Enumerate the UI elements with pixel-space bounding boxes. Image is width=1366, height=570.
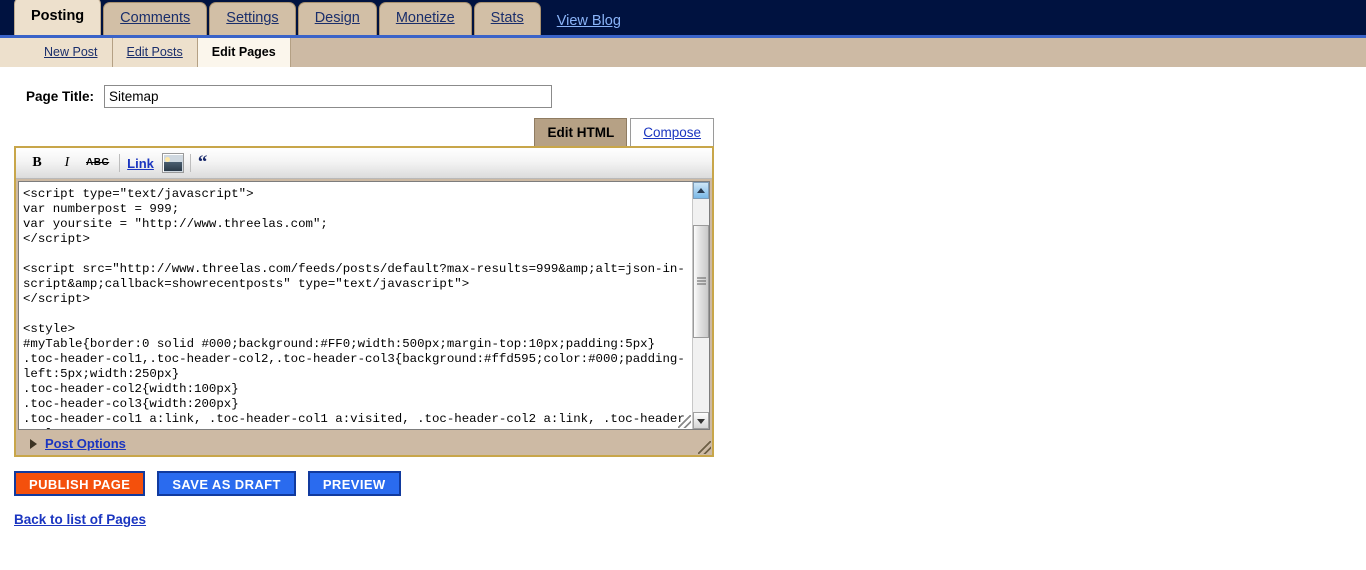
- strikethrough-icon[interactable]: ABC: [86, 152, 109, 174]
- tab-monetize-label: Monetize: [395, 10, 455, 26]
- save-as-draft-button[interactable]: SAVE AS DRAFT: [157, 471, 296, 496]
- chevron-down-icon: [697, 418, 705, 424]
- scrollbar-grip-icon: [697, 277, 706, 286]
- tab-stats-label: Stats: [490, 10, 524, 26]
- tab-posting-label: Posting: [31, 8, 85, 24]
- tab-posting[interactable]: Posting: [14, 0, 102, 35]
- page-content: Page Title: Edit HTML Compose B I ABC Li…: [0, 67, 1366, 527]
- editor-scrollbar[interactable]: [692, 182, 709, 429]
- tab-edit-html[interactable]: Edit HTML: [534, 118, 628, 146]
- link-button[interactable]: Link: [127, 156, 154, 171]
- page-title-label: Page Title:: [26, 89, 95, 104]
- subtab-edit-posts[interactable]: Edit Posts: [112, 38, 198, 67]
- main-navigation: Posting Comments Settings Design Monetiz…: [0, 0, 1366, 38]
- scroll-up-icon[interactable]: [693, 182, 709, 199]
- subnav-left-spacer: [0, 38, 30, 67]
- tab-stats[interactable]: Stats: [473, 2, 541, 35]
- tab-design[interactable]: Design: [297, 2, 377, 35]
- publish-page-button[interactable]: PUBLISH PAGE: [14, 471, 146, 496]
- action-buttons: PUBLISH PAGE SAVE AS DRAFT PREVIEW: [14, 471, 1366, 496]
- subtab-new-post[interactable]: New Post: [30, 38, 113, 67]
- post-options-label[interactable]: Post Options: [45, 436, 126, 451]
- tab-comments[interactable]: Comments: [103, 2, 208, 35]
- textarea-resize-grip-icon[interactable]: [678, 415, 691, 428]
- subtab-edit-pages[interactable]: Edit Pages: [197, 38, 291, 67]
- view-blog-link[interactable]: View Blog: [557, 13, 621, 29]
- scroll-down-icon[interactable]: [693, 412, 709, 429]
- editor-container: B I ABC Link “ <script type="text/javasc…: [14, 146, 714, 457]
- sub-navigation: New Post Edit Posts Edit Pages: [0, 38, 1366, 67]
- tab-monetize[interactable]: Monetize: [378, 2, 472, 35]
- post-options-row[interactable]: Post Options: [16, 432, 712, 455]
- italic-icon[interactable]: I: [56, 152, 78, 174]
- html-editor-area[interactable]: <script type="text/javascript"> var numb…: [18, 181, 710, 430]
- tab-settings-label: Settings: [226, 10, 279, 26]
- tab-comments-label: Comments: [120, 10, 191, 26]
- toolbar-divider-2: [189, 154, 191, 172]
- preview-button[interactable]: PREVIEW: [307, 471, 401, 496]
- tab-compose[interactable]: Compose: [630, 118, 714, 146]
- scrollbar-thumb[interactable]: [693, 225, 709, 338]
- tab-settings[interactable]: Settings: [209, 2, 296, 35]
- image-icon[interactable]: [161, 153, 184, 173]
- editor-toolbar: B I ABC Link “: [16, 148, 712, 179]
- chevron-up-icon: [697, 187, 705, 193]
- bold-icon[interactable]: B: [26, 152, 48, 174]
- back-to-pages-link[interactable]: Back to list of Pages: [14, 512, 146, 527]
- tab-design-label: Design: [314, 10, 360, 26]
- disclosure-triangle-icon[interactable]: [30, 438, 37, 449]
- page-title-input[interactable]: [104, 85, 553, 108]
- page-title-row: Page Title:: [14, 85, 1366, 108]
- editor-mode-tabs: Edit HTML Compose: [14, 118, 714, 146]
- editor-resize-grip-icon[interactable]: [698, 441, 711, 454]
- html-source-text[interactable]: <script type="text/javascript"> var numb…: [19, 182, 692, 429]
- toolbar-divider-1: [119, 154, 121, 172]
- blockquote-icon[interactable]: “: [198, 153, 208, 172]
